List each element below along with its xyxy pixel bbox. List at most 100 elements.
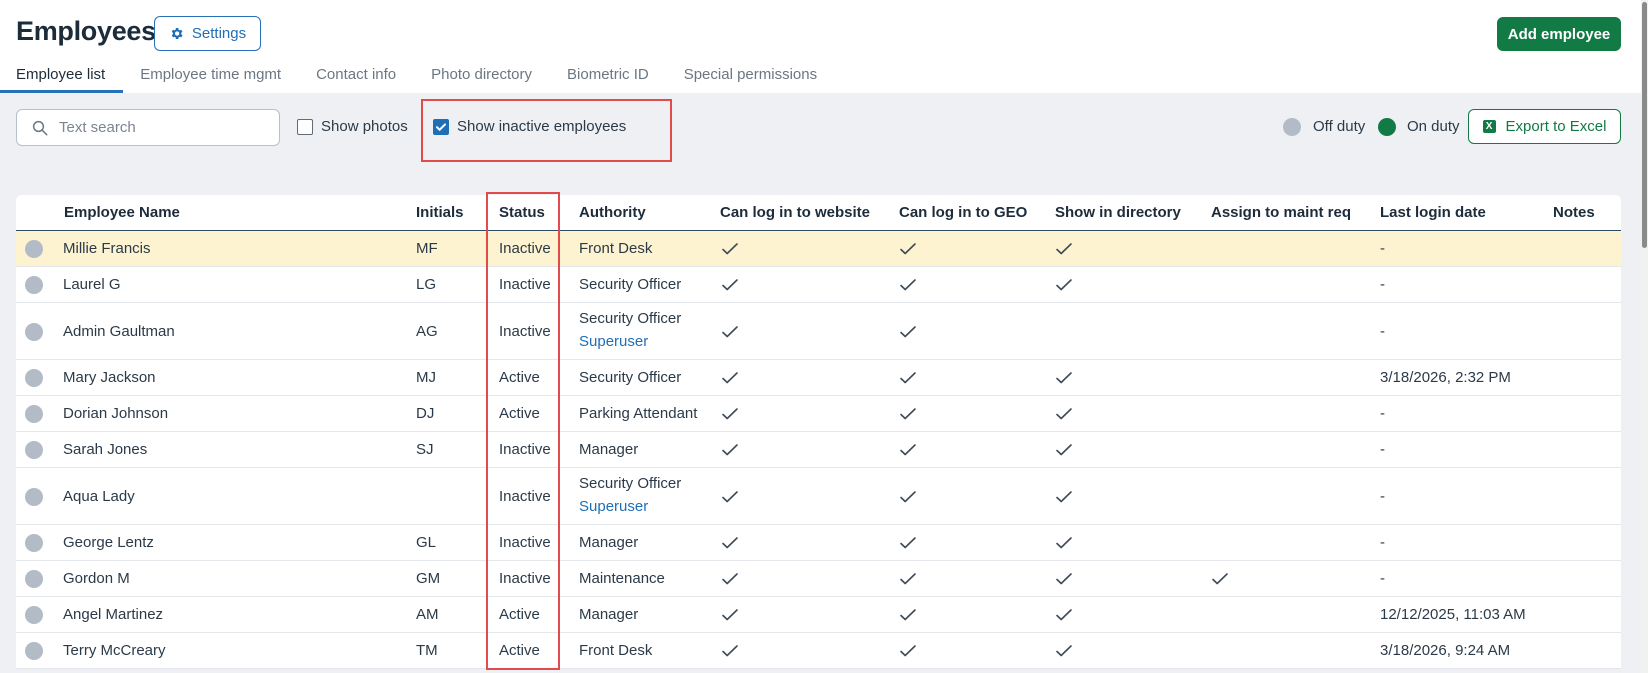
employee-table: Employee Name Initials Status Authority … bbox=[16, 195, 1621, 669]
employee-authority: Security Officer bbox=[579, 369, 682, 386]
geo-login-check-icon bbox=[900, 573, 916, 585]
geo-login-check-icon bbox=[900, 408, 916, 420]
employee-initials: GL bbox=[416, 534, 437, 551]
column-header-maint[interactable]: Assign to maint req bbox=[1211, 204, 1351, 221]
employee-name[interactable]: Sarah Jones bbox=[63, 441, 147, 458]
checkmark-icon bbox=[436, 122, 446, 131]
column-header-initials[interactable]: Initials bbox=[416, 204, 464, 221]
column-header-website[interactable]: Can log in to website bbox=[720, 204, 870, 221]
employee-authority: Manager bbox=[579, 534, 639, 551]
directory-check-icon bbox=[1056, 279, 1072, 291]
employee-initials: SJ bbox=[416, 441, 434, 458]
column-header-last-login[interactable]: Last login date bbox=[1380, 204, 1486, 221]
settings-button[interactable]: Settings bbox=[154, 16, 261, 51]
checkbox-box[interactable] bbox=[297, 118, 313, 135]
column-header-geo[interactable]: Can log in to GEO bbox=[899, 204, 1027, 221]
tab-biometric-id[interactable]: Biometric ID bbox=[567, 64, 649, 93]
employee-status: Active bbox=[499, 405, 540, 422]
geo-login-check-icon bbox=[900, 609, 916, 621]
employee-authority: Security Officer bbox=[579, 475, 682, 492]
employee-name[interactable]: Mary Jackson bbox=[63, 369, 156, 386]
website-login-check-icon bbox=[722, 279, 738, 291]
superuser-label: Superuser bbox=[579, 498, 649, 515]
search-input[interactable] bbox=[59, 119, 259, 136]
table-row[interactable]: Gordon M GM Inactive Maintenance - bbox=[16, 561, 1621, 597]
column-header-authority[interactable]: Authority bbox=[579, 204, 646, 221]
show-photos-checkbox[interactable]: Show photos bbox=[297, 118, 408, 135]
last-login-date: - bbox=[1380, 405, 1385, 422]
export-to-excel-button[interactable]: X Export to Excel bbox=[1468, 109, 1621, 144]
last-login-date: - bbox=[1380, 570, 1385, 587]
employee-name[interactable]: Terry McCreary bbox=[63, 642, 166, 659]
search-box[interactable] bbox=[16, 109, 280, 146]
employee-status: Inactive bbox=[499, 240, 551, 257]
excel-icon: X bbox=[1482, 120, 1496, 133]
employee-authority: Security Officer bbox=[579, 276, 682, 293]
tab-bar: Employee list Employee time mgmt Contact… bbox=[0, 64, 852, 93]
maint-req-check-icon bbox=[1212, 573, 1228, 585]
geo-login-check-icon bbox=[900, 537, 916, 549]
employee-status: Active bbox=[499, 369, 540, 386]
employee-initials: LG bbox=[416, 276, 437, 293]
tab-employee-list[interactable]: Employee list bbox=[0, 64, 124, 93]
employee-status: Inactive bbox=[499, 276, 551, 293]
table-row[interactable]: Millie Francis MF Inactive Front Desk - bbox=[16, 231, 1621, 267]
employee-name[interactable]: Gordon M bbox=[63, 570, 130, 587]
employee-status: Inactive bbox=[499, 487, 551, 505]
directory-check-icon bbox=[1056, 243, 1072, 255]
show-photos-label: Show photos bbox=[321, 118, 408, 135]
off-duty-dot bbox=[1283, 118, 1301, 136]
table-row[interactable]: Laurel G LG Inactive Security Officer - bbox=[16, 267, 1621, 303]
employee-name[interactable]: Millie Francis bbox=[63, 240, 151, 257]
duty-status-dot bbox=[25, 405, 43, 423]
employee-name[interactable]: George Lentz bbox=[63, 534, 154, 551]
column-header-directory[interactable]: Show in directory bbox=[1055, 204, 1181, 221]
table-row[interactable]: George Lentz GL Inactive Manager - bbox=[16, 525, 1621, 561]
table-row[interactable]: Dorian Johnson DJ Active Parking Attendant - bbox=[16, 396, 1621, 432]
search-icon bbox=[32, 120, 48, 135]
gear-icon bbox=[171, 28, 183, 39]
tab-contact-info[interactable]: Contact info bbox=[316, 64, 396, 93]
employee-name[interactable]: Dorian Johnson bbox=[63, 405, 168, 422]
page-title: Employees bbox=[16, 16, 156, 46]
page-scrollbar[interactable] bbox=[1641, 0, 1648, 673]
duty-status-dot bbox=[25, 570, 43, 588]
website-login-check-icon bbox=[722, 573, 738, 585]
employee-authority: Manager bbox=[579, 441, 639, 458]
add-employee-button[interactable]: Add employee bbox=[1497, 17, 1621, 51]
employee-name[interactable]: Admin Gaultman bbox=[63, 323, 175, 340]
column-header-name[interactable]: Employee Name bbox=[64, 204, 180, 221]
show-inactive-checkbox[interactable]: Show inactive employees bbox=[433, 118, 626, 135]
table-row[interactable]: Terry McCreary TM Active Front Desk 3/18/202… bbox=[16, 633, 1621, 669]
table-row[interactable]: Mary Jackson MJ Active Security Officer 3/18… bbox=[16, 360, 1621, 396]
checkbox-box[interactable] bbox=[433, 118, 449, 135]
table-row[interactable]: Sarah Jones SJ Inactive Manager - bbox=[16, 432, 1621, 468]
table-row[interactable]: Angel Martinez AM Active Manager 12/12/2025,… bbox=[16, 597, 1621, 633]
table-header: Employee Name Initials Status Authority … bbox=[16, 195, 1621, 231]
tab-special-permissions[interactable]: Special permissions bbox=[684, 64, 817, 93]
table-row[interactable]: Aqua Lady Inactive Security Officer Superus… bbox=[16, 468, 1621, 525]
employee-name[interactable]: Aqua Lady bbox=[63, 488, 135, 505]
last-login-date: - bbox=[1380, 534, 1385, 551]
column-header-notes[interactable]: Notes bbox=[1553, 204, 1595, 221]
scrollbar-thumb[interactable] bbox=[1642, 2, 1647, 248]
employee-initials: AM bbox=[416, 606, 439, 623]
website-login-check-icon bbox=[722, 243, 738, 255]
export-label: Export to Excel bbox=[1505, 118, 1607, 135]
column-header-status[interactable]: Status bbox=[499, 204, 545, 221]
directory-check-icon bbox=[1056, 537, 1072, 549]
employee-authority: Manager bbox=[579, 606, 639, 623]
table-body: Millie Francis MF Inactive Front Desk - Laure… bbox=[16, 231, 1621, 669]
employee-name[interactable]: Angel Martinez bbox=[63, 606, 163, 623]
geo-login-check-icon bbox=[900, 490, 916, 502]
last-login-date: - bbox=[1380, 240, 1385, 257]
tab-photo-directory[interactable]: Photo directory bbox=[431, 64, 532, 93]
last-login-date: 12/12/2025, 11:03 AM bbox=[1380, 606, 1526, 623]
employee-name[interactable]: Laurel G bbox=[63, 276, 121, 293]
employee-initials: TM bbox=[416, 642, 438, 659]
duty-status-dot bbox=[25, 642, 43, 660]
last-login-date: 3/18/2026, 2:32 PM bbox=[1380, 369, 1511, 386]
table-row[interactable]: Admin Gaultman AG Inactive Security Officer… bbox=[16, 303, 1621, 360]
tab-employee-time-mgmt[interactable]: Employee time mgmt bbox=[140, 64, 281, 93]
directory-check-icon bbox=[1056, 609, 1072, 621]
